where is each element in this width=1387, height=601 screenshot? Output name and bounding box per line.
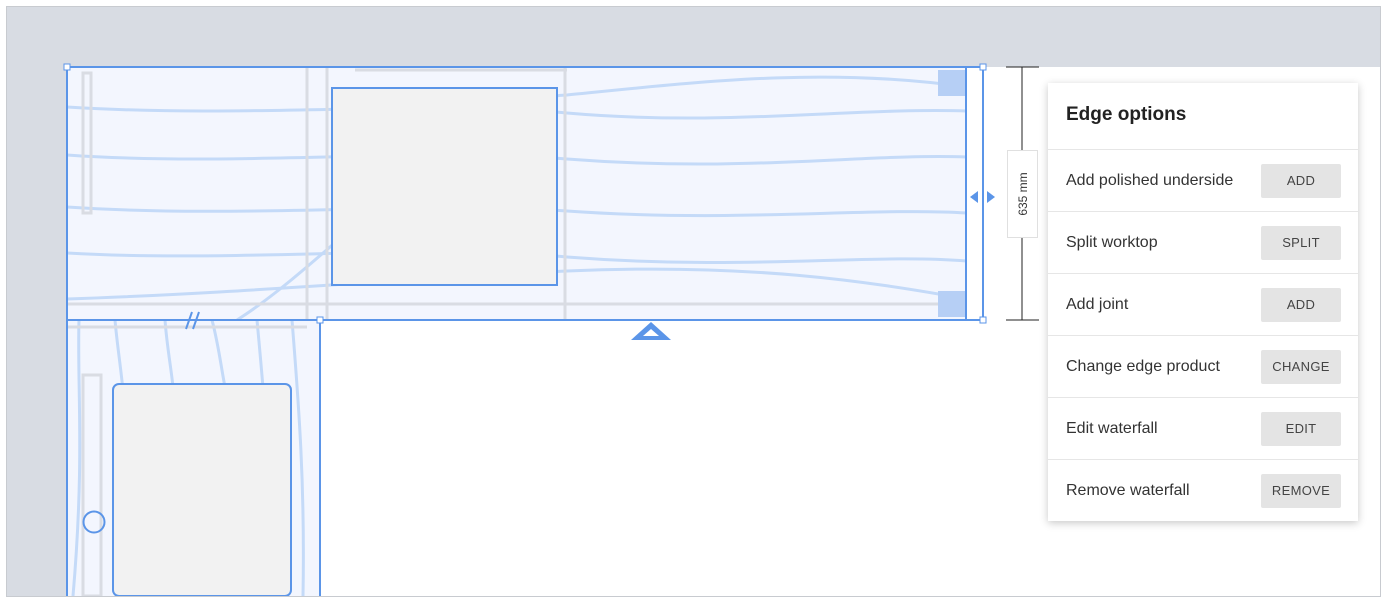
option-add-polished-underside: Add polished underside ADD xyxy=(1048,150,1358,212)
corner-marker-bottom xyxy=(938,291,965,317)
option-add-joint: Add joint ADD xyxy=(1048,274,1358,336)
split-worktop-button[interactable]: SPLIT xyxy=(1261,225,1341,260)
option-change-edge-product: Change edge product CHANGE xyxy=(1048,336,1358,398)
option-remove-waterfall: Remove waterfall REMOVE xyxy=(1048,460,1358,521)
option-label: Remove waterfall xyxy=(1066,481,1190,499)
option-label: Edit waterfall xyxy=(1066,419,1158,437)
edge-options-panel: Edge options Add polished underside ADD … xyxy=(1048,83,1358,521)
option-label: Add joint xyxy=(1066,295,1129,313)
dimension-label: 635 mm xyxy=(1007,150,1038,238)
waterfall-edge[interactable] xyxy=(965,66,984,321)
add-joint-button[interactable]: ADD xyxy=(1261,287,1341,322)
option-edit-waterfall: Edit waterfall EDIT xyxy=(1048,398,1358,460)
change-edge-product-button[interactable]: CHANGE xyxy=(1261,349,1341,384)
corner-marker-top xyxy=(938,70,965,96)
option-label: Change edge product xyxy=(1066,357,1220,375)
add-polished-underside-button[interactable]: ADD xyxy=(1261,163,1341,198)
option-label: Split worktop xyxy=(1066,233,1158,251)
option-label: Add polished underside xyxy=(1066,171,1234,189)
edit-waterfall-button[interactable]: EDIT xyxy=(1261,411,1341,446)
sink-cutout-left[interactable] xyxy=(112,383,292,596)
sink-cutout-top[interactable] xyxy=(331,87,558,286)
panel-title: Edge options xyxy=(1048,83,1358,150)
triangle-up-icon[interactable] xyxy=(631,322,671,340)
option-split-worktop: Split worktop SPLIT xyxy=(1048,212,1358,274)
dimension-text: 635 mm xyxy=(1015,172,1030,216)
remove-waterfall-button[interactable]: REMOVE xyxy=(1261,473,1341,508)
